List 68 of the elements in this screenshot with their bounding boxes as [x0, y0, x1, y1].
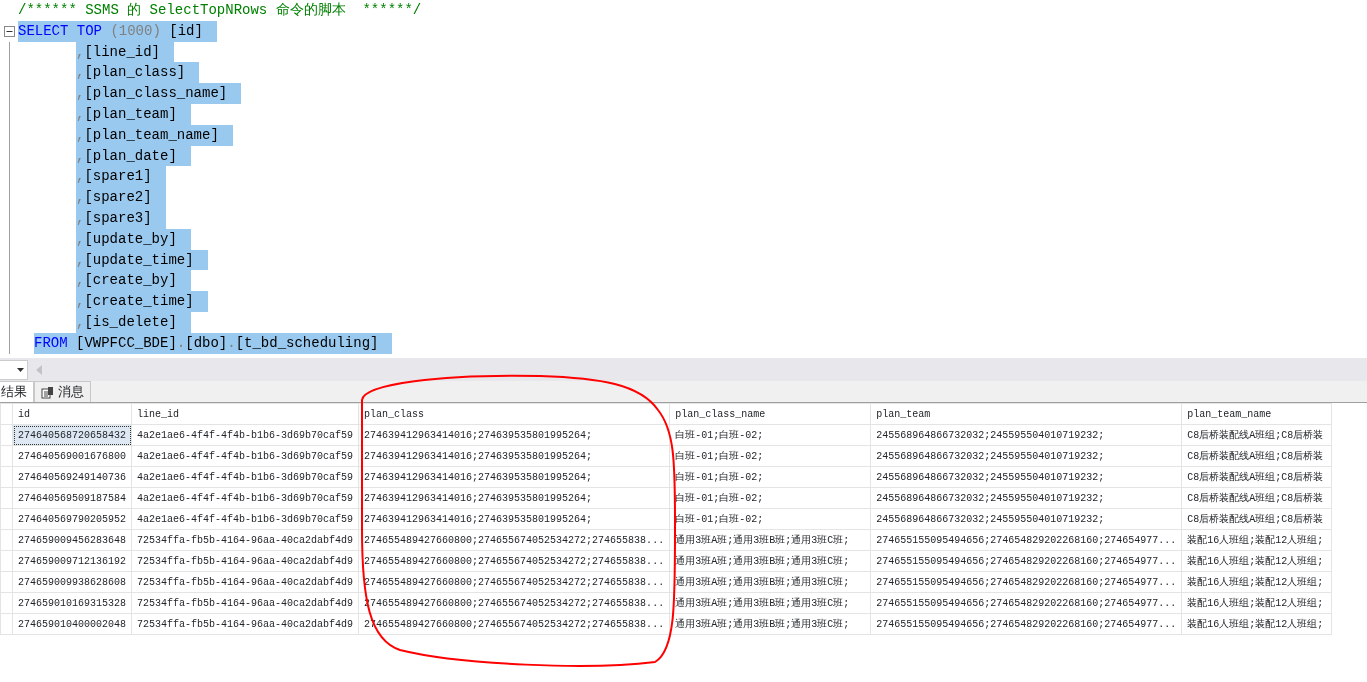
column-header[interactable]: plan_team [870, 403, 1182, 425]
table-cell: 274639412963414016;274639535801995264; [358, 487, 670, 509]
table-cell: 72534ffa-fb5b-4164-96aa-40ca2dabf4d9 [131, 592, 359, 614]
table-cell: C8后桥装配线A班组;C8后桥装 [1181, 466, 1332, 488]
table-cell: 274655155095494656;274654829202268160;274654977... [870, 613, 1182, 635]
table-cell: 274655489427660800;274655674052534272;274655838... [358, 529, 670, 551]
table-cell: C8后桥装配线A班组;C8后桥装 [1181, 445, 1332, 467]
column-header[interactable]: plan_class_name [669, 403, 871, 425]
code-comment: /****** SSMS 的 SelectTopNRows 命令的脚本 ******/ [18, 1, 423, 20]
messages-icon [41, 385, 54, 399]
table-cell: C8后桥装配线A班组;C8后桥装 [1181, 487, 1332, 509]
table-cell: 274639412963414016;274639535801995264; [358, 424, 670, 446]
table-cell: 274659010400002048 [12, 613, 132, 635]
collapse-icon[interactable] [4, 25, 15, 37]
table-cell: 4a2e1ae6-4f4f-4f4b-b1b6-3d69b70caf59 [131, 487, 359, 509]
table-cell: 白班-01;白班-02; [669, 466, 871, 488]
caret-icon [17, 367, 24, 372]
column-header[interactable]: id [12, 403, 132, 425]
table-cell: 4a2e1ae6-4f4f-4f4b-b1b6-3d69b70caf59 [131, 508, 359, 530]
table-cell: 274655489427660800;274655674052534272;274655838... [358, 571, 670, 593]
table-cell: 274655489427660800;274655674052534272;274655838... [358, 550, 670, 572]
result-tab[interactable]: 结果 [0, 381, 34, 402]
table-cell: 4a2e1ae6-4f4f-4f4b-b1b6-3d69b70caf59 [131, 424, 359, 446]
table-cell: 白班-01;白班-02; [669, 508, 871, 530]
table-cell: 72534ffa-fb5b-4164-96aa-40ca2dabf4d9 [131, 550, 359, 572]
table-cell: 274655155095494656;274654829202268160;274654977... [870, 529, 1182, 551]
table-cell: 274639412963414016;274639535801995264; [358, 466, 670, 488]
table-cell: 装配16人班组;装配12人班组; [1181, 529, 1332, 551]
table-cell: 通用3班A班;通用3班B班;通用3班C班; [669, 613, 871, 635]
table-cell: 274640569790205952 [12, 508, 132, 530]
table-cell: 装配16人班组;装配12人班组; [1181, 592, 1332, 614]
table-cell: 274655155095494656;274654829202268160;274654977... [870, 550, 1182, 572]
table-cell: 装配16人班组;装配12人班组; [1181, 613, 1332, 635]
table-cell: 274655155095494656;274654829202268160;274654977... [870, 592, 1182, 614]
table-cell: 4a2e1ae6-4f4f-4f4b-b1b6-3d69b70caf59 [131, 445, 359, 467]
table-cell: C8后桥装配线A班组;C8后桥装 [1181, 424, 1332, 446]
table-cell: 白班-01;白班-02; [669, 424, 871, 446]
table-cell: 245568964866732032;245595504010719232; [870, 487, 1182, 509]
table-cell: 274639412963414016;274639535801995264; [358, 445, 670, 467]
table-cell: 通用3班A班;通用3班B班;通用3班C班; [669, 529, 871, 551]
table-cell: 274655155095494656;274654829202268160;274654977... [870, 571, 1182, 593]
table-cell: 通用3班A班;通用3班B班;通用3班C班; [669, 592, 871, 614]
table-cell: 装配16人班组;装配12人班组; [1181, 550, 1332, 572]
table-cell: 274659010169315328 [12, 592, 132, 614]
table-cell: 245568964866732032;245595504010719232; [870, 466, 1182, 488]
table-cell: C8后桥装配线A班组;C8后桥装 [1181, 508, 1332, 530]
result-tab[interactable]: 消息 [34, 381, 91, 402]
table-cell: 通用3班A班;通用3班B班;通用3班C班; [669, 571, 871, 593]
table-cell: 72534ffa-fb5b-4164-96aa-40ca2dabf4d9 [131, 529, 359, 551]
table-cell: 245568964866732032;245595504010719232; [870, 445, 1182, 467]
table-cell: 白班-01;白班-02; [669, 445, 871, 467]
table-cell: 245568964866732032;245595504010719232; [870, 508, 1182, 530]
table-cell: 4a2e1ae6-4f4f-4f4b-b1b6-3d69b70caf59 [131, 466, 359, 488]
column-header[interactable]: plan_class [358, 403, 670, 425]
zoom-dropdown[interactable] [0, 359, 28, 380]
table-cell: 274639412963414016;274639535801995264; [358, 508, 670, 530]
table-cell: 274640569509187584 [12, 487, 132, 509]
table-cell: 274659009938628608 [12, 571, 132, 593]
table-cell: 274640569249140736 [12, 466, 132, 488]
table-cell: 274659009712136192 [12, 550, 132, 572]
column-header[interactable]: line_id [131, 403, 359, 425]
table-cell: 72534ffa-fb5b-4164-96aa-40ca2dabf4d9 [131, 571, 359, 593]
table-cell: 72534ffa-fb5b-4164-96aa-40ca2dabf4d9 [131, 613, 359, 635]
table-cell: 245568964866732032;245595504010719232; [870, 424, 1182, 446]
table-cell: 274640569001676800 [12, 445, 132, 467]
column-header[interactable]: plan_team_name [1181, 403, 1332, 425]
table-cell: 装配16人班组;装配12人班组; [1181, 571, 1332, 593]
table-cell: 274659009456283648 [12, 529, 132, 551]
